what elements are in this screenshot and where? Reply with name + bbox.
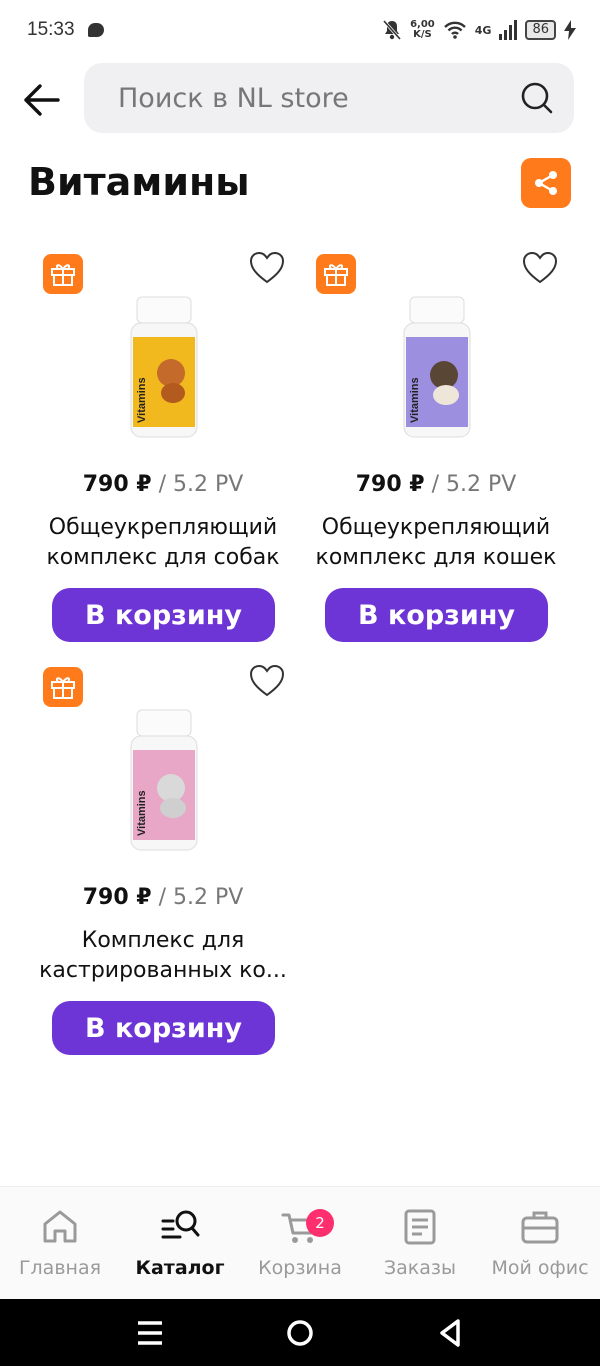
product-price: 790 ₽ [82,472,152,497]
svg-text:Vitamins: Vitamins [136,790,148,836]
network-type: 4G [474,23,492,37]
favorite-heart-icon[interactable] [248,250,286,286]
product-pv: / 5.2 PV [424,472,517,497]
product-card[interactable]: Vitamins 790 ₽ / 5.2 PV Комплекс для кас… [28,663,298,1063]
product-pv: / 5.2 PV [151,885,244,910]
product-pv: / 5.2 PV [151,472,244,497]
gift-badge [43,667,83,707]
add-to-cart-button[interactable]: В корзину [325,588,548,642]
briefcase-icon [521,1211,559,1244]
bottom-nav: Главная Каталог 2 Корзина Заказы Мой офи… [0,1186,600,1299]
price-line: 790 ₽ / 5.2 PV [28,472,298,497]
nav-label: Корзина [258,1257,342,1279]
chat-notification-icon [88,23,104,37]
product-image[interactable]: Vitamins [123,708,205,858]
wifi-icon [443,21,466,39]
home-icon [43,1210,77,1243]
charging-icon [564,20,576,40]
signal-icon [499,20,518,40]
product-image[interactable]: Vitamins [123,295,205,445]
nav-item-home[interactable]: Главная [0,1187,120,1300]
product-name[interactable]: Комплекс для кастрированных ко... [28,926,298,986]
product-price: 790 ₽ [82,885,152,910]
nav-item-catalog[interactable]: Каталог [120,1187,240,1300]
search-icon[interactable] [520,81,554,115]
gift-badge [43,254,83,294]
net-speed: 6,00 K/S [410,19,435,40]
product-name[interactable]: Общеукрепляющий комплекс для кошек [301,513,571,573]
catalog-search-icon [161,1210,200,1239]
share-button[interactable] [521,158,571,208]
favorite-heart-icon[interactable] [521,250,559,286]
gift-badge [316,254,356,294]
product-card[interactable]: Vitamins 790 ₽ / 5.2 PV Общеукрепляющий … [28,250,298,650]
mute-icon [382,20,402,40]
product-name[interactable]: Общеукрепляющий комплекс для собак [28,513,298,573]
gift-icon [51,677,75,699]
back-arrow-icon[interactable] [20,78,64,122]
nav-label: Главная [18,1257,102,1279]
page-title: Витамины [28,160,250,204]
search-bar[interactable] [84,63,574,133]
gift-icon [51,264,75,286]
recent-apps-icon[interactable] [130,1313,170,1353]
back-triangle-icon[interactable] [430,1313,470,1353]
status-time: 15:33 [27,19,75,40]
svg-text:Vitamins: Vitamins [136,377,148,423]
share-icon [535,171,557,195]
search-input[interactable] [118,63,498,133]
product-card[interactable]: Vitamins 790 ₽ / 5.2 PV Общеукрепляющий … [301,250,571,650]
system-nav-bar [0,1299,600,1366]
nav-item-cart[interactable]: 2 Корзина [240,1187,360,1300]
add-to-cart-button[interactable]: В корзину [52,1001,275,1055]
cart-count-badge: 2 [306,1209,334,1237]
product-price: 790 ₽ [355,472,425,497]
price-line: 790 ₽ / 5.2 PV [28,885,298,910]
nav-label: Заказы [383,1257,457,1279]
home-circle-icon[interactable] [280,1313,320,1353]
add-to-cart-button[interactable]: В корзину [52,588,275,642]
gift-icon [324,264,348,286]
battery-level: 86 [525,20,556,40]
price-line: 790 ₽ / 5.2 PV [301,472,571,497]
nav-item-my-office[interactable]: Мой офис [480,1187,600,1300]
svg-text:Vitamins: Vitamins [409,377,421,423]
status-icons: 6,00 K/S 4G 86 [382,16,576,44]
favorite-heart-icon[interactable] [248,663,286,699]
nav-label: Каталог [135,1257,225,1279]
nav-label: Мой офис [491,1257,589,1279]
product-image[interactable]: Vitamins [396,295,478,445]
nav-item-orders[interactable]: Заказы [360,1187,480,1300]
status-bar: 15:33 6,00 K/S 4G 86 [0,0,600,60]
orders-icon [404,1209,436,1245]
